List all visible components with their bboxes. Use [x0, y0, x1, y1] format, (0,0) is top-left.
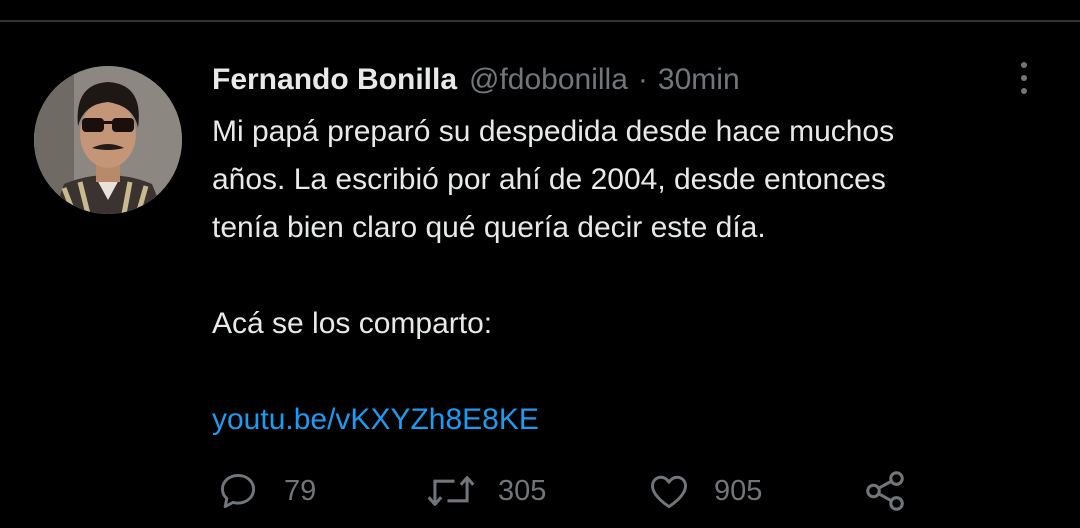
more-dot	[1021, 88, 1027, 94]
separator-dot: ·	[637, 63, 648, 96]
tweet-text: Mi papá preparó su despedida desde hace …	[212, 108, 1052, 444]
avatar-image	[34, 66, 182, 214]
reply-button[interactable]: 79	[216, 466, 316, 516]
retweet-icon	[427, 476, 475, 506]
reply-count: 79	[284, 474, 317, 507]
author-handle[interactable]: @fdobonilla	[469, 63, 628, 97]
like-count: 905	[714, 474, 763, 507]
like-button[interactable]: 905	[646, 466, 762, 516]
timestamp[interactable]: 30min	[658, 63, 740, 97]
tweet-link[interactable]: youtu.be/vKXYZh8E8KE	[212, 396, 1052, 444]
tweet[interactable]: Fernando Bonilla @fdobonilla · 30min Mi …	[0, 0, 1080, 528]
more-dot	[1021, 62, 1027, 68]
tweet-actions: 79 305 905	[212, 466, 932, 516]
share-button[interactable]	[862, 466, 908, 516]
tweet-text-line: años. La escribió por ahí de 2004, desde…	[212, 163, 886, 196]
reply-icon	[220, 473, 256, 509]
more-options-icon[interactable]	[1008, 58, 1040, 98]
author-name[interactable]: Fernando Bonilla	[212, 63, 457, 97]
tweet-header: Fernando Bonilla @fdobonilla · 30min	[212, 60, 740, 100]
heart-icon	[651, 475, 687, 509]
tweet-text-line: Acá se los comparto:	[212, 307, 493, 340]
tweet-text-line: Mi papá preparó su despedida desde hace …	[212, 115, 895, 148]
more-dot	[1021, 75, 1027, 81]
retweet-count: 305	[498, 474, 547, 507]
avatar[interactable]	[34, 66, 182, 214]
share-icon	[866, 471, 904, 511]
retweet-button[interactable]: 305	[426, 466, 546, 516]
tweet-text-line: tenía bien claro qué quería decir este d…	[212, 211, 766, 244]
